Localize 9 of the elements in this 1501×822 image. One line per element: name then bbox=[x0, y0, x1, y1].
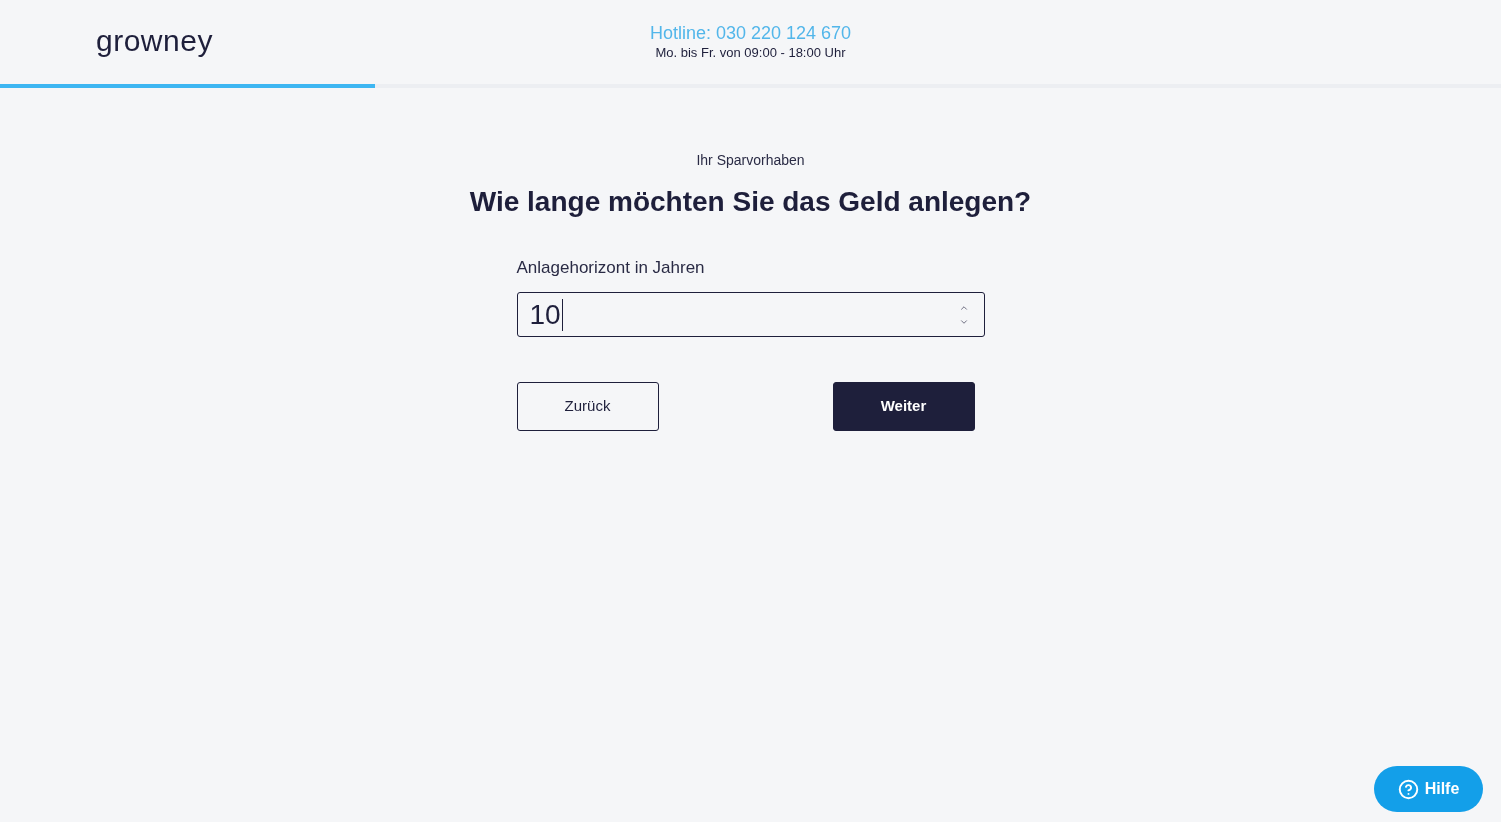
hotline-text: Hotline: 030 220 124 670 bbox=[649, 22, 852, 44]
logo[interactable]: growney bbox=[96, 24, 213, 57]
help-icon bbox=[1397, 778, 1419, 800]
next-button[interactable]: Weiter bbox=[832, 382, 975, 431]
field-label: Anlagehorizont in Jahren bbox=[516, 258, 706, 278]
back-button[interactable]: Zurück bbox=[516, 382, 659, 431]
step-eyebrow: Ihr Sparvorhaben bbox=[696, 151, 805, 170]
hours-text: Mo. bis Fr. von 09:00 - 18:00 Uhr bbox=[655, 44, 846, 62]
question-heading: Wie lange möchten Sie das Geld anlegen? bbox=[469, 185, 1032, 219]
